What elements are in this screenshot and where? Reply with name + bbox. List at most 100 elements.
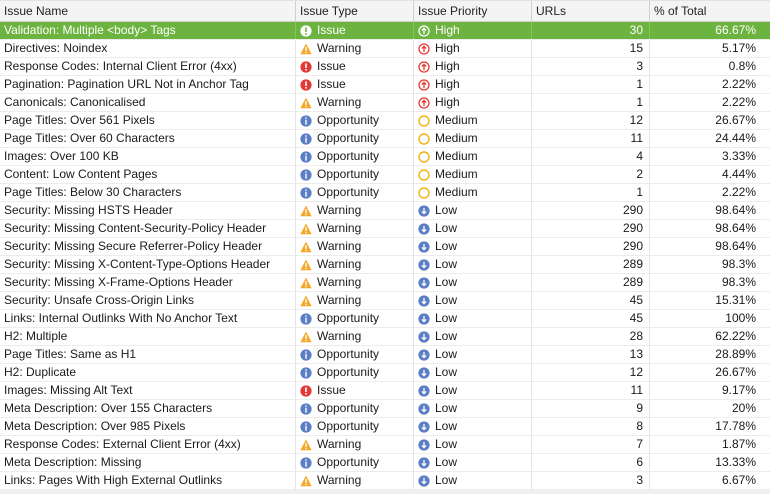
medium-circle-icon — [418, 114, 430, 127]
urls-count: 1 — [636, 77, 643, 91]
table-row[interactable]: H2: Duplicate Opportunity Low 12 26.67% — [0, 364, 770, 382]
urls-count: 289 — [622, 275, 643, 289]
warning-icon — [300, 259, 312, 271]
issue-name: Security: Missing Content-Security-Polic… — [4, 221, 267, 235]
table-row[interactable]: Meta Description: Over 155 Characters Opp… — [0, 400, 770, 418]
info-icon — [300, 168, 312, 181]
issue-type: Issue — [317, 383, 346, 397]
pct-of-total: 98.64% — [715, 203, 756, 217]
column-header-urls[interactable]: URLs — [532, 1, 650, 21]
issue-name-cell: Page Titles: Same as H1 — [0, 346, 296, 363]
issue-priority-cell: Low — [414, 328, 532, 345]
table-row[interactable]: Page Titles: Same as H1 Opportunity Low 13 2… — [0, 346, 770, 364]
issue-type-cell: Opportunity — [296, 148, 414, 165]
pct-total-cell: 3.33% — [650, 148, 762, 165]
issue-type: Opportunity — [317, 185, 380, 199]
table-row[interactable]: Response Codes: External Client Error (4… — [0, 436, 770, 454]
issue-name: Canonicals: Canonicalised — [4, 95, 146, 109]
info-icon — [300, 348, 312, 361]
table-row[interactable]: Validation: Multiple <body> Tags Issue Hig… — [0, 22, 770, 40]
arrow-up-circle-icon — [418, 96, 430, 109]
table-row[interactable]: Meta Description: Missing Opportunity Low 6… — [0, 454, 770, 472]
issue-priority: High — [435, 95, 460, 109]
issue-name-cell: Page Titles: Over 60 Characters — [0, 130, 296, 147]
column-header-issue-type[interactable]: Issue Type — [296, 1, 414, 21]
table-row[interactable]: Content: Low Content Pages Opportunity Med… — [0, 166, 770, 184]
table-row[interactable]: Security: Missing HSTS Header Warning Low 2… — [0, 202, 770, 220]
issue-priority: Low — [435, 293, 458, 307]
issue-type-cell: Opportunity — [296, 130, 414, 147]
urls-cell: 8 — [532, 418, 650, 435]
table-row[interactable]: Page Titles: Below 30 Characters Opportun… — [0, 184, 770, 202]
issue-name-cell: Validation: Multiple <body> Tags — [0, 22, 296, 39]
urls-cell: 3 — [532, 472, 650, 489]
issue-name: Pagination: Pagination URL Not in Anchor… — [4, 77, 249, 91]
issue-priority: Low — [435, 257, 458, 271]
warning-icon — [300, 97, 312, 109]
table-row[interactable]: Page Titles: Over 60 Characters Opportuni… — [0, 130, 770, 148]
issue-priority: Low — [435, 329, 458, 343]
table-row[interactable]: Canonicals: Canonicalised Warning High 1 2.2… — [0, 94, 770, 112]
table-row[interactable]: Page Titles: Over 561 Pixels Opportunity M… — [0, 112, 770, 130]
info-icon — [300, 132, 312, 145]
issue-priority: Medium — [435, 185, 478, 199]
pct-total-cell: 5.17% — [650, 40, 762, 57]
issue-type-cell: Opportunity — [296, 166, 414, 183]
arrow-up-circle-icon — [418, 42, 430, 55]
issue-priority: Medium — [435, 149, 478, 163]
issue-type: Issue — [317, 77, 346, 91]
warning-icon — [300, 295, 312, 307]
pct-of-total: 98.64% — [715, 221, 756, 235]
issue-name-cell: Page Titles: Below 30 Characters — [0, 184, 296, 201]
issue-priority: High — [435, 41, 460, 55]
urls-count: 290 — [622, 221, 643, 235]
column-header-pct-of-total[interactable]: % of Total — [650, 1, 762, 21]
table-row[interactable]: Security: Missing Content-Security-Polic… — [0, 220, 770, 238]
issue-name-cell: Links: Internal Outlinks With No Anchor … — [0, 310, 296, 327]
issue-priority-cell: Low — [414, 436, 532, 453]
issue-type: Issue — [317, 59, 346, 73]
column-header-issue-priority[interactable]: Issue Priority — [414, 1, 532, 21]
issue-priority-cell: Medium — [414, 148, 532, 165]
table-row[interactable]: Links: Internal Outlinks With No Anchor … — [0, 310, 770, 328]
arrow-down-circle-icon — [418, 456, 430, 469]
table-row[interactable]: Security: Missing X-Content-Type-Options… — [0, 256, 770, 274]
issue-name: H2: Duplicate — [4, 365, 77, 379]
pct-of-total: 4.44% — [721, 167, 756, 181]
table-row[interactable]: Links: Pages With High External Outlinks… — [0, 472, 770, 490]
issue-type-cell: Opportunity — [296, 400, 414, 417]
issue-name-cell: Pagination: Pagination URL Not in Anchor… — [0, 76, 296, 93]
pct-total-cell: 62.22% — [650, 328, 762, 345]
info-icon — [300, 366, 312, 379]
urls-count: 290 — [622, 203, 643, 217]
urls-cell: 1 — [532, 94, 650, 111]
issue-priority-cell: Medium — [414, 130, 532, 147]
table-row[interactable]: Security: Unsafe Cross-Origin Links Warni… — [0, 292, 770, 310]
table-row[interactable]: Security: Missing Secure Referrer-Policy… — [0, 238, 770, 256]
table-row[interactable]: Response Codes: Internal Client Error (4… — [0, 58, 770, 76]
issue-priority-cell: Low — [414, 292, 532, 309]
warning-icon — [300, 241, 312, 253]
issue-type: Warning — [317, 257, 362, 271]
issue-name: Images: Missing Alt Text — [4, 383, 133, 397]
pct-of-total: 15.31% — [715, 293, 756, 307]
table-row[interactable]: Security: Missing X-Frame-Options Header… — [0, 274, 770, 292]
issue-priority-cell: Low — [414, 364, 532, 381]
pct-total-cell: 1.87% — [650, 436, 762, 453]
urls-cell: 2 — [532, 166, 650, 183]
table-row[interactable]: Pagination: Pagination URL Not in Anchor… — [0, 76, 770, 94]
issue-type: Opportunity — [317, 131, 380, 145]
table-row[interactable]: Images: Missing Alt Text Issue Low 11 9.17% — [0, 382, 770, 400]
column-header-issue-name[interactable]: Issue Name — [0, 1, 296, 21]
pct-of-total: 2.22% — [721, 95, 756, 109]
urls-cell: 45 — [532, 310, 650, 327]
urls-count: 45 — [629, 293, 643, 307]
table-row[interactable]: H2: Multiple Warning Low 28 62.22% — [0, 328, 770, 346]
info-icon — [300, 402, 312, 415]
table-row[interactable]: Meta Description: Over 985 Pixels Opportu… — [0, 418, 770, 436]
table-row[interactable]: Images: Over 100 KB Opportunity Medium 4 3.3… — [0, 148, 770, 166]
issue-type: Warning — [317, 473, 362, 487]
issue-name-cell: Images: Missing Alt Text — [0, 382, 296, 399]
horizontal-scroll-track[interactable] — [0, 490, 770, 494]
table-row[interactable]: Directives: Noindex Warning High 15 5.17% — [0, 40, 770, 58]
